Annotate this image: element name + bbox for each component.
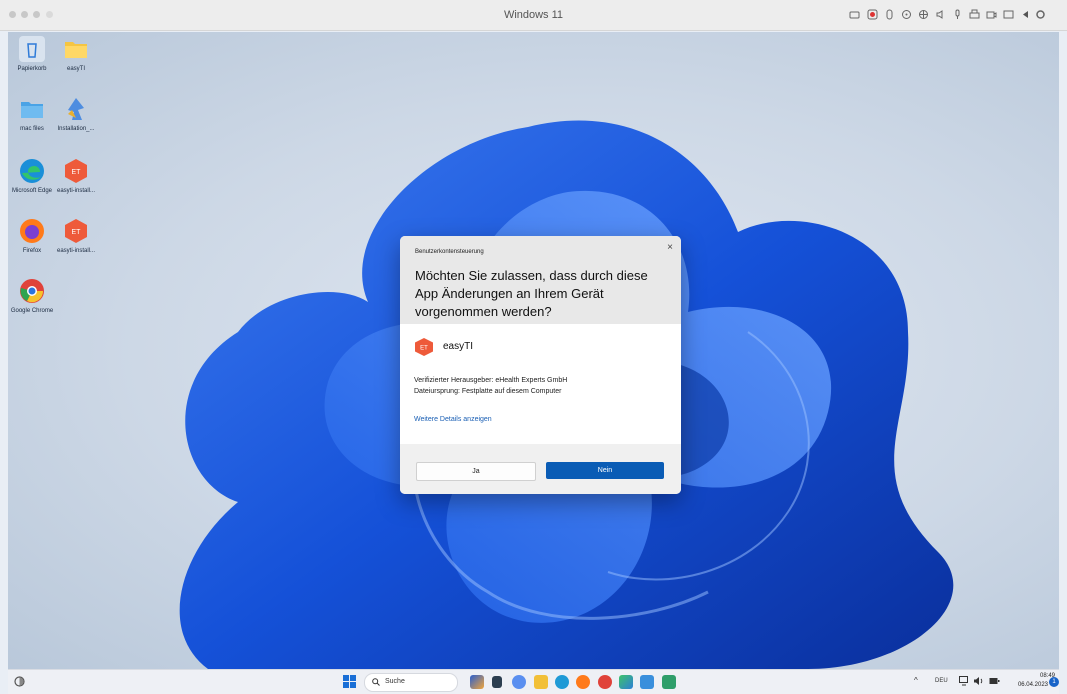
uac-header: Benutzerkontensteuerung × Möchten Sie zu… (400, 236, 681, 324)
folder-icon (63, 36, 89, 62)
record-icon[interactable] (867, 9, 878, 20)
chat-icon[interactable] (512, 675, 526, 689)
uac-dialog: Benutzerkontensteuerung × Möchten Sie zu… (400, 236, 681, 494)
notification-badge[interactable]: 1 (1049, 677, 1059, 687)
chrome-taskbar-icon[interactable] (598, 675, 612, 689)
taskbar-search-box[interactable]: Suche (364, 673, 458, 692)
display-icon[interactable] (959, 676, 970, 686)
search-placeholder: Suche (385, 678, 405, 685)
speaker-icon[interactable] (935, 9, 946, 20)
firefox-taskbar-icon[interactable] (576, 675, 590, 689)
desktop-icon-recycle-bin[interactable]: Papierkorb (10, 36, 54, 73)
host-window-titlebar: Windows 11 (0, 0, 1067, 31)
desktop-icon-chrome[interactable]: Google Chrome (10, 278, 54, 315)
desktop-icon-easyti-install-2[interactable]: ET easyti-install... (54, 218, 98, 255)
uac-caption: Benutzerkontensteuerung (415, 249, 484, 255)
uac-button-bar: Ja Nein (400, 444, 681, 494)
file-origin-text: Dateiursprung: Festplatte auf diesem Com… (414, 388, 562, 395)
settings-gear-icon[interactable] (1035, 9, 1046, 20)
printer-icon[interactable] (969, 9, 980, 20)
network-icon[interactable] (918, 9, 929, 20)
chrome-icon (19, 278, 45, 304)
taskbar-app-gallery-icon[interactable] (470, 675, 484, 689)
clock-date[interactable]: 06.04.2023 (998, 682, 1048, 688)
more-details-link[interactable]: Weitere Details anzeigen (414, 416, 492, 423)
task-view-icon[interactable] (492, 676, 502, 688)
file-explorer-icon[interactable] (534, 675, 548, 689)
desktop-icon-easyti-folder[interactable]: easyTI (54, 36, 98, 73)
search-icon (372, 678, 380, 686)
uac-question: Möchten Sie zulassen, dass durch diese A… (415, 268, 648, 319)
remote-desktop-icon[interactable] (640, 675, 654, 689)
svg-text:ET: ET (72, 169, 82, 176)
recycle-bin-icon (19, 36, 45, 62)
screen-share-icon[interactable] (1003, 9, 1014, 20)
microphone-icon[interactable] (952, 9, 963, 20)
desktop-icon-mac-files[interactable]: mac files (10, 96, 54, 133)
widgets-icon[interactable] (14, 676, 25, 687)
back-arrow-icon[interactable] (1020, 9, 1031, 20)
no-button[interactable]: Nein (546, 462, 664, 479)
close-icon[interactable]: × (667, 242, 673, 253)
keyboard-icon[interactable] (849, 9, 860, 20)
desktop-icon-installation[interactable]: Installation_... (54, 96, 98, 133)
taskbar: Suche ^ DEU 08:49 06.04.2023 1 (8, 669, 1059, 694)
yes-button[interactable]: Ja (416, 462, 536, 481)
camera-icon[interactable] (986, 9, 997, 20)
desktop-icon-easyti-install-1[interactable]: ET easyti-install... (54, 158, 98, 195)
desktop-icon-firefox[interactable]: Firefox (10, 218, 54, 255)
app-name: easyTI (443, 341, 474, 352)
mouse-icon[interactable] (884, 9, 895, 20)
disc-icon[interactable] (901, 9, 912, 20)
start-windows-icon[interactable] (343, 675, 356, 688)
desktop-icon-edge[interactable]: Microsoft Edge (10, 158, 54, 195)
edge-icon (19, 158, 45, 184)
easyti-installer-icon: ET (63, 158, 89, 184)
mac-files-icon (19, 96, 45, 122)
firefox-icon (19, 218, 45, 244)
publisher-text: Verifizierter Herausgeber: eHealth Exper… (414, 377, 568, 384)
easyti-app-icon: ET (415, 338, 433, 356)
input-language[interactable]: DEU (935, 678, 948, 684)
installer-icon (63, 96, 89, 122)
volume-icon[interactable] (973, 676, 984, 686)
app-icon-text: ET (420, 346, 428, 352)
svg-text:ET: ET (72, 229, 82, 236)
store-icon[interactable] (619, 675, 633, 689)
easyti-installer-icon: ET (63, 218, 89, 244)
edge-taskbar-icon[interactable] (555, 675, 569, 689)
installer-taskbar-icon[interactable] (662, 675, 676, 689)
tray-chevron-icon[interactable]: ^ (914, 676, 918, 685)
